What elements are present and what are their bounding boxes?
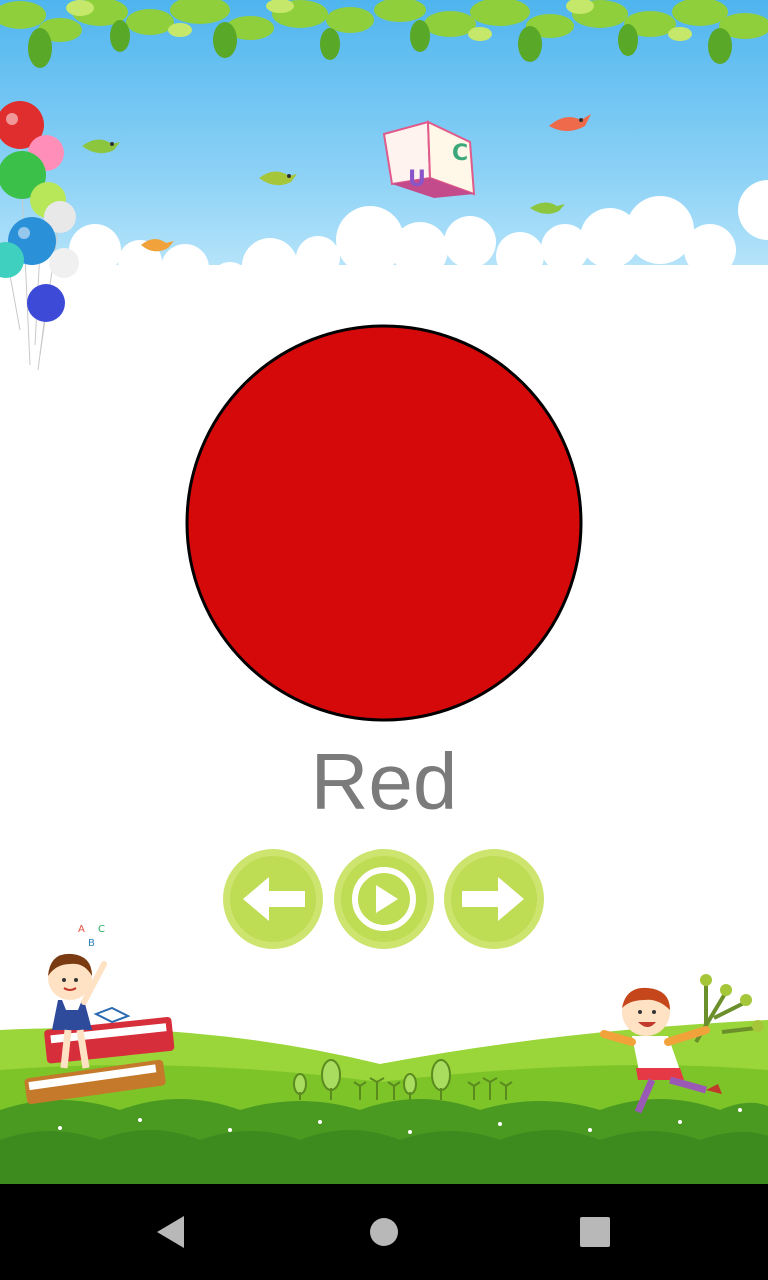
- girl-running: [600, 974, 764, 1114]
- next-button[interactable]: [444, 849, 544, 949]
- playback-controls: [223, 849, 545, 951]
- color-name-label: Red: [310, 737, 458, 826]
- svg-text:A: A: [78, 924, 85, 935]
- bird-icon: [259, 171, 297, 186]
- bird-icon: [82, 139, 120, 154]
- svg-text:U: U: [408, 167, 426, 192]
- play-icon: [352, 867, 416, 931]
- square-recents-icon: [580, 1217, 610, 1247]
- bird-icon: [141, 238, 174, 252]
- system-navigation-bar: [0, 1184, 768, 1280]
- home-button[interactable]: [336, 1184, 432, 1280]
- leaf-garland: [0, 0, 768, 68]
- previous-button[interactable]: [223, 849, 323, 949]
- play-button[interactable]: [334, 849, 434, 949]
- svg-text:B: B: [88, 938, 95, 949]
- color-circle-swatch: [185, 324, 583, 722]
- circle-home-icon: [370, 1218, 398, 1246]
- bird-icon: [530, 202, 565, 214]
- recents-button[interactable]: [547, 1184, 643, 1280]
- bird-icon: [549, 114, 591, 131]
- back-button[interactable]: [122, 1184, 218, 1280]
- svg-text:C: C: [452, 141, 468, 166]
- arrow-left-icon: [243, 877, 305, 921]
- arrow-right-icon: [462, 877, 524, 921]
- girl-reading-on-books: A B C: [24, 924, 175, 1105]
- triangle-back-icon: [157, 1216, 184, 1248]
- balloons: [0, 101, 79, 371]
- svg-text:C: C: [98, 924, 105, 935]
- flying-book-icon: U C: [382, 120, 476, 198]
